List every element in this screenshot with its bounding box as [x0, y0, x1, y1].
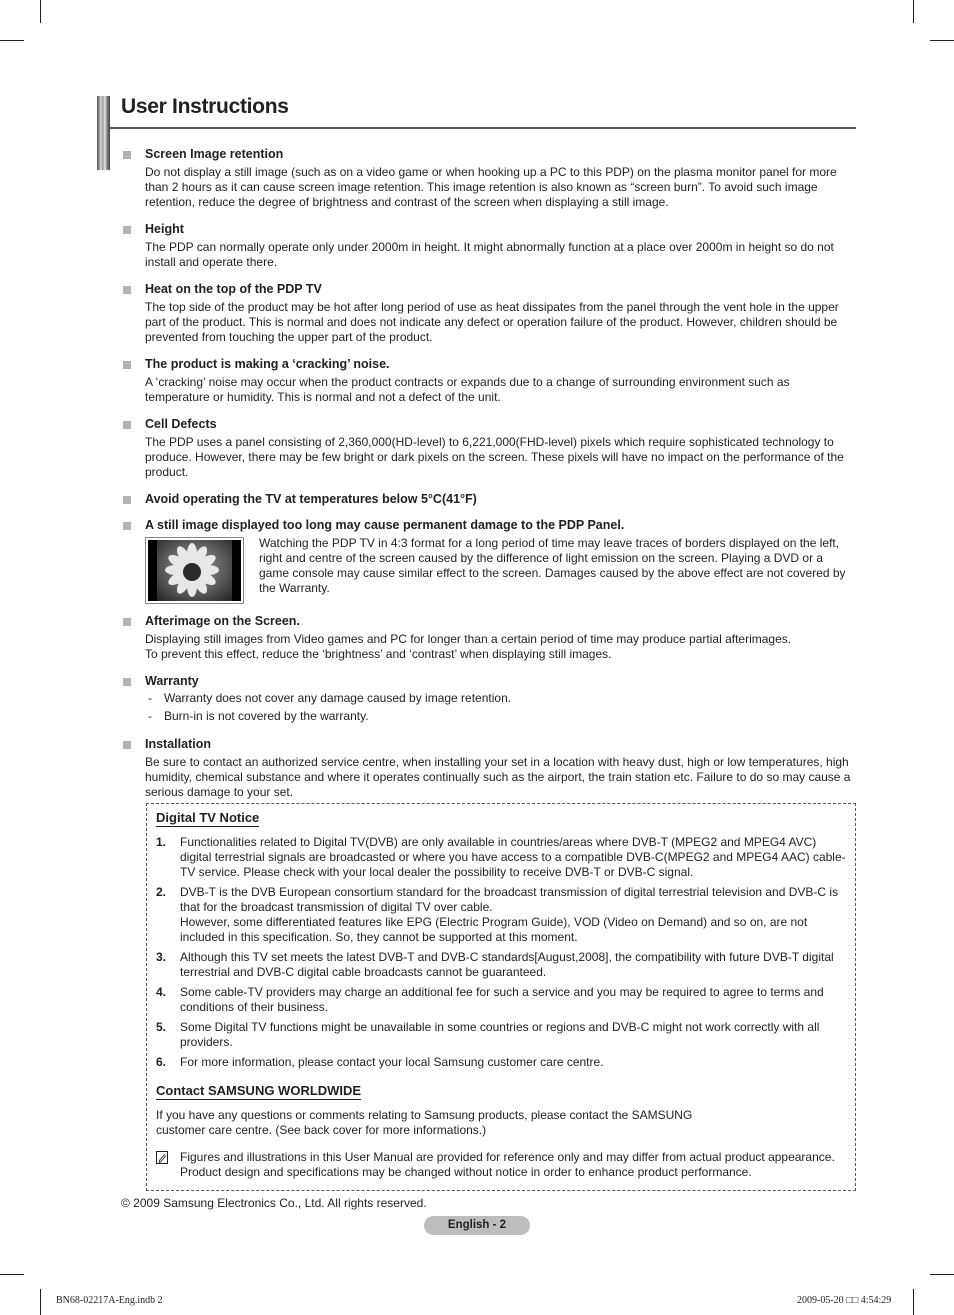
contact-text: If you have any questions or comments re…: [156, 1108, 693, 1122]
section-screen-image-retention: Screen Image retention Do not display a …: [121, 147, 856, 210]
crop-mark: [913, 1289, 914, 1315]
section-title: Warranty: [145, 674, 199, 688]
notice-item-text: For more information, please contact you…: [180, 1055, 604, 1069]
notice-item-number: 6.: [156, 1055, 167, 1069]
section-still-image-damage: A still image displayed too long may cau…: [121, 518, 856, 604]
notice-item-text: Some Digital TV functions might be unava…: [180, 1020, 820, 1049]
section-title: A still image displayed too long may cau…: [145, 518, 625, 532]
note-pencil-icon: [156, 1151, 168, 1164]
section-title: The product is making a ‘cracking’ noise…: [145, 357, 390, 371]
sunflower-icon: [148, 540, 241, 601]
notice-item: 3. Although this TV set meets the latest…: [156, 950, 846, 980]
notice-item: 4. Some cable-TV providers may charge an…: [156, 985, 846, 1015]
crop-mark: [40, 0, 41, 23]
section-title: Height: [145, 222, 184, 236]
notice-item: 6. For more information, please contact …: [156, 1055, 846, 1070]
section-body: Do not display a still image (such as on…: [145, 165, 837, 209]
square-bullet-icon: [123, 741, 131, 749]
note: Figures and illustrations in this User M…: [156, 1150, 846, 1180]
list-item: - Warranty does not cover any damage cau…: [145, 691, 856, 706]
section-title: Cell Defects: [145, 417, 217, 431]
section-temperature: Avoid operating the TV at temperatures b…: [121, 492, 856, 507]
section-title: Heat on the top of the PDP TV: [145, 282, 322, 296]
crop-mark: [0, 1274, 24, 1275]
page-number-badge: English - 2: [424, 1216, 530, 1235]
contact-text: customer care centre. (See back cover fo…: [156, 1123, 487, 1137]
sunflower-image: [145, 537, 244, 604]
square-bullet-icon: [123, 226, 131, 234]
crop-mark: [913, 0, 914, 23]
notice-item-number: 3.: [156, 950, 167, 964]
section-body: The PDP uses a panel consisting of 2,360…: [145, 435, 844, 479]
list-item-text: Burn-in is not covered by the warranty.: [164, 709, 369, 723]
section-body: The top side of the product may be hot a…: [145, 300, 839, 344]
section-title: Screen Image retention: [145, 147, 284, 161]
notice-item-text: Functionalities related to Digital TV(DV…: [180, 835, 846, 879]
crop-mark: [0, 40, 24, 41]
section-height: Height The PDP can normally operate only…: [121, 222, 856, 270]
square-bullet-icon: [123, 496, 131, 504]
notice-item: 5. Some Digital TV functions might be un…: [156, 1020, 846, 1050]
notice-item-number: 1.: [156, 835, 167, 849]
crop-mark: [40, 1289, 41, 1315]
notice-item-text: DVB-T is the DVB European consortium sta…: [180, 885, 839, 914]
section-title: Afterimage on the Screen.: [145, 614, 300, 628]
title-decoration-bar: [97, 96, 110, 170]
square-bullet-icon: [123, 522, 131, 530]
section-body-line: To prevent this effect, reduce the ‘brig…: [145, 647, 612, 661]
square-bullet-icon: [123, 678, 131, 686]
notice-item-text: Some cable-TV providers may charge an ad…: [180, 985, 824, 1014]
section-cell-defects: Cell Defects The PDP uses a panel consis…: [121, 417, 856, 480]
notice-item-number: 2.: [156, 885, 167, 899]
notice-item: 1. Functionalities related to Digital TV…: [156, 835, 846, 880]
square-bullet-icon: [123, 421, 131, 429]
square-bullet-icon: [123, 618, 131, 626]
notice-item-number: 4.: [156, 985, 167, 999]
instructions-content: Screen Image retention Do not display a …: [121, 147, 856, 812]
notice-item-text: However, some differentiated features li…: [180, 915, 808, 944]
section-body: A ‘cracking’ noise may occur when the pr…: [145, 375, 790, 404]
print-slug-timestamp: 2009-05-20 □□ 4:54:29: [797, 1295, 892, 1306]
dash-bullet: -: [148, 691, 152, 705]
section-body: Watching the PDP TV in 4:3 format for a …: [259, 536, 846, 595]
print-slug-file: BN68-02217A-Eng.indb 2: [56, 1295, 163, 1306]
list-item-text: Warranty does not cover any damage cause…: [164, 691, 512, 705]
section-afterimage: Afterimage on the Screen. Displaying sti…: [121, 614, 856, 662]
title-rule: [110, 127, 856, 129]
page-title: User Instructions: [121, 95, 289, 118]
section-body: The PDP can normally operate only under …: [145, 240, 834, 269]
section-installation: Installation Be sure to contact an autho…: [121, 737, 856, 800]
square-bullet-icon: [123, 286, 131, 294]
note-text: Figures and illustrations in this User M…: [180, 1150, 835, 1179]
notice-title: Digital TV Notice: [156, 810, 260, 827]
section-heat: Heat on the top of the PDP TV The top si…: [121, 282, 856, 345]
square-bullet-icon: [123, 361, 131, 369]
list-item: - Burn-in is not covered by the warranty…: [145, 709, 856, 724]
crop-mark: [930, 40, 954, 41]
contact-title: Contact SAMSUNG WORLDWIDE: [156, 1083, 362, 1100]
notice-item-text: Although this TV set meets the latest DV…: [180, 950, 834, 979]
dash-bullet: -: [148, 709, 152, 723]
section-warranty: Warranty - Warranty does not cover any d…: [121, 674, 856, 724]
section-cracking-noise: The product is making a ‘cracking’ noise…: [121, 357, 856, 405]
section-title: Avoid operating the TV at temperatures b…: [145, 492, 477, 506]
section-title: Installation: [145, 737, 211, 751]
crop-mark: [930, 1274, 954, 1275]
section-body-line: Displaying still images from Video games…: [145, 632, 792, 646]
section-body: Be sure to contact an authorized service…: [145, 755, 851, 799]
notice-item: 2. DVB-T is the DVB European consortium …: [156, 885, 846, 945]
copyright: © 2009 Samsung Electronics Co., Ltd. All…: [121, 1196, 427, 1210]
digital-tv-notice-box: Digital TV Notice 1. Functionalities rel…: [146, 803, 856, 1191]
square-bullet-icon: [123, 151, 131, 159]
notice-item-number: 5.: [156, 1020, 167, 1034]
